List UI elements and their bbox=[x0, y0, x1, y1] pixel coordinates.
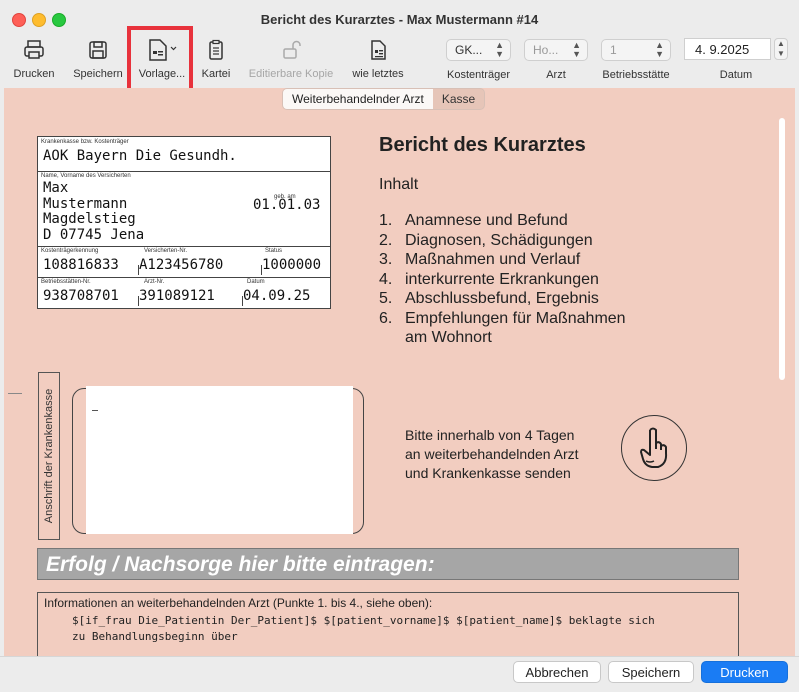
updown-chevron-icon: ▲ ▼ bbox=[572, 40, 581, 59]
send-note: Bitte innerhalb von 4 Tagen an weiterbeh… bbox=[405, 427, 579, 481]
site-no-value: 938708701 bbox=[43, 288, 119, 304]
list-item: 2. Diagnosen, Schädigungen bbox=[379, 231, 593, 249]
pointing-hand-icon bbox=[621, 415, 687, 481]
payer-select[interactable]: GK... ▲ ▼ bbox=[446, 39, 511, 61]
doctor-info-text: $[if_frau Die_Patientin Der_Patient]$ $[… bbox=[72, 614, 655, 643]
print-button[interactable]: Drucken bbox=[701, 661, 788, 683]
save-label: Speichern bbox=[73, 68, 123, 80]
card-date-label: Datum bbox=[247, 279, 265, 285]
date-label: Datum bbox=[719, 69, 753, 81]
name-label: Name, Vorname des Versicherten bbox=[41, 173, 131, 179]
aftercare-banner-text: Erfolg / Nachsorge hier bitte eintragen: bbox=[46, 553, 435, 576]
doctor-info-textarea[interactable]: Informationen an weiterbehandelnden Arzt… bbox=[37, 592, 739, 656]
site-select[interactable]: 1 ▲ ▼ bbox=[601, 39, 671, 61]
site-label: Betriebsstätte bbox=[602, 69, 670, 81]
list-item: 5. Abschlussbefund, Ergebnis bbox=[379, 290, 599, 307]
insurer-address-field[interactable] bbox=[86, 386, 353, 534]
title-bar: Bericht des Kurarztes - Max Mustermann #… bbox=[0, 0, 799, 34]
text-cursor bbox=[92, 410, 98, 411]
doctor-no-label: Arzt-Nr. bbox=[144, 279, 165, 285]
address-vertical-label: Anschrift der Krankenkasse bbox=[43, 388, 55, 524]
tab-weiterbehandelnder-arzt[interactable]: Weiterbehandelnder Arzt bbox=[283, 89, 433, 109]
aftercare-banner: Erfolg / Nachsorge hier bitte eintragen: bbox=[37, 548, 739, 580]
like-last-label: wie letztes bbox=[352, 68, 404, 80]
fold-mark bbox=[8, 393, 22, 394]
clipboard-icon bbox=[209, 39, 223, 60]
recipient-segmented-control: Weiterbehandelnder Arzt Kasse bbox=[282, 88, 486, 110]
editable-copy-label: Editierbare Kopie bbox=[248, 68, 334, 80]
payer-id-label: Kostenträgerkennung bbox=[41, 248, 99, 254]
card-date-value: 04.09.25 bbox=[243, 288, 311, 304]
last-name-value: Mustermann bbox=[43, 196, 128, 212]
unlocked-lock-icon bbox=[283, 40, 301, 59]
first-name-value: Max bbox=[43, 180, 69, 196]
date-stepper[interactable]: ▲ ▼ bbox=[774, 38, 788, 60]
tab-kasse[interactable]: Kasse bbox=[433, 89, 484, 109]
save-button[interactable]: Speichern bbox=[608, 661, 694, 683]
template-highlight-frame bbox=[127, 26, 193, 96]
updown-chevron-icon: ▲ ▼ bbox=[495, 40, 504, 59]
payer-label: Kostenträger bbox=[447, 69, 510, 81]
insured-no-label: Versicherten-Nr. bbox=[144, 248, 188, 254]
insured-no-value: A123456780 bbox=[139, 257, 224, 273]
card-toolbar-button[interactable]: Kartei bbox=[196, 38, 236, 80]
updown-chevron-icon: ▲ ▼ bbox=[655, 40, 664, 59]
payer-id-value: 108816833 bbox=[43, 257, 119, 273]
street-value: Magdelstieg bbox=[43, 211, 136, 227]
status-label: Status bbox=[265, 248, 283, 254]
dob-value: 01.01.03 bbox=[253, 197, 321, 213]
doctor-select[interactable]: Ho... ▲ ▼ bbox=[524, 39, 588, 61]
insurance-card-block: Krankenkasse bzw. Kostenträger AOK Bayer… bbox=[37, 136, 331, 309]
print-toolbar-button[interactable]: Drucken bbox=[8, 38, 60, 80]
address-side-label-box: Anschrift der Krankenkasse bbox=[38, 372, 60, 540]
city-value: D 07745 Jena bbox=[43, 227, 145, 243]
doctor-select-value: Ho... bbox=[533, 43, 559, 57]
editable-copy-toolbar-button[interactable]: Editierbare Kopie bbox=[244, 38, 338, 80]
like-last-toolbar-button[interactable]: wie letztes bbox=[346, 38, 410, 80]
list-item: 6. Empfehlungen für Maßnahmen bbox=[379, 309, 626, 327]
contents-label: Inhalt bbox=[379, 176, 419, 193]
status-value: 1000000 bbox=[262, 257, 322, 273]
list-item: am Wohnort bbox=[405, 329, 492, 346]
list-item: 3. Maßnahmen und Verlauf bbox=[379, 251, 581, 268]
printer-icon bbox=[24, 40, 44, 59]
site-select-value: 1 bbox=[610, 43, 617, 57]
doctor-info-label: Informationen an weiterbehandelnden Arzt… bbox=[44, 596, 433, 610]
card-label: Kartei bbox=[201, 68, 231, 80]
report-window: Bericht des Kurarztes - Max Mustermann #… bbox=[0, 0, 799, 692]
insurer-value: AOK Bayern Die Gesundh. bbox=[43, 148, 237, 164]
cancel-button[interactable]: Abbrechen bbox=[513, 661, 601, 683]
report-heading: Bericht des Kurarztes bbox=[379, 134, 586, 156]
vertical-scrollbar[interactable] bbox=[778, 116, 787, 652]
list-item: 1. Anamnese und Befund bbox=[379, 212, 568, 229]
save-disk-icon bbox=[89, 41, 107, 59]
doctor-no-value: 391089121 bbox=[139, 288, 215, 304]
window-title: Bericht des Kurarztes - Max Mustermann #… bbox=[260, 12, 539, 27]
contents-list: 1. Anamnese und Befund 2. Diagnosen, Schäd… bbox=[379, 211, 626, 348]
doctor-label: Arzt bbox=[546, 69, 566, 81]
save-toolbar-button[interactable]: Speichern bbox=[70, 38, 126, 80]
print-label: Drucken bbox=[13, 68, 55, 80]
site-no-label: Betriebsstätten-Nr. bbox=[41, 279, 91, 285]
insurer-label: Krankenkasse bzw. Kostenträger bbox=[41, 139, 129, 145]
date-field[interactable]: 4. 9.2025 bbox=[684, 38, 771, 60]
document-copy-icon bbox=[371, 40, 386, 60]
scrollbar-thumb[interactable] bbox=[779, 118, 785, 380]
payer-select-value: GK... bbox=[455, 43, 483, 57]
list-item: 4. interkurrente Erkrankungen bbox=[379, 270, 599, 288]
